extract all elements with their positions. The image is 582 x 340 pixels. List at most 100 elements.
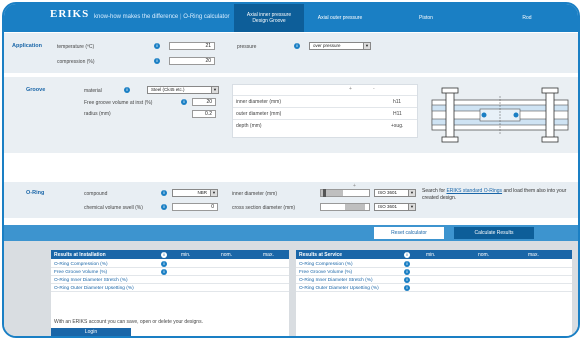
inner-diameter-std-select[interactable]: ISO 3601 ▼ [374, 189, 416, 197]
table-row: O-Ring Outer Diameter Upsetting (%) i [296, 284, 572, 292]
login-button[interactable]: Login [51, 328, 131, 336]
tab-label: Piston [419, 15, 433, 21]
plus-header: + [349, 86, 352, 92]
header: ERIKS know-how makes the difference | O-… [4, 4, 578, 32]
pressure-info-icon[interactable]: i [294, 43, 300, 49]
chevron-down-icon: ▼ [363, 43, 370, 49]
result-label: Free Groove Volume (%) [54, 270, 108, 275]
outer-diameter-label: outer diameter (mm) [236, 111, 282, 117]
service-info-icon[interactable]: i [404, 251, 410, 258]
search-hint: Search for ERIKS standard O-Rings and lo… [422, 188, 572, 202]
temperature-label: temperature (ºC) [57, 44, 95, 50]
result-label: O-Ring Compression (%) [54, 262, 108, 267]
material-info-icon[interactable]: i [124, 87, 130, 93]
chevron-down-icon: ▼ [408, 190, 415, 196]
tagline: know-how makes the difference | O-Ring c… [94, 14, 230, 20]
temperature-info-icon[interactable]: i [154, 43, 160, 49]
col-nom: nom. [478, 252, 490, 258]
results-installation-title: Results at Installation [54, 252, 106, 258]
eriks-standard-orings-link[interactable]: ERIKS standard O-Rings [446, 188, 502, 194]
swell-info-icon[interactable]: i [161, 204, 167, 210]
chevron-down-icon: ▼ [211, 87, 218, 93]
col-max: max. [528, 252, 539, 258]
free-volume-info-icon[interactable]: i [181, 99, 187, 105]
installation-info-icon[interactable]: i [161, 251, 167, 258]
results-service-header: Results at Service i min. nom. max. [296, 250, 572, 259]
slider-handle[interactable] [323, 189, 326, 197]
col-min: min. [181, 252, 191, 258]
tab-axial-inner-pressure[interactable]: Axial inner pressure Design Groove [234, 4, 304, 32]
pressure-label: pressure [237, 44, 257, 50]
slider-fill [345, 204, 365, 210]
table-row: O-Ring Compression (%) i [51, 260, 289, 268]
tab-piston[interactable]: Piston [376, 4, 476, 32]
inner-diameter-slider[interactable] [320, 189, 370, 197]
table-row: Free Groove Volume (%) i [296, 268, 572, 276]
tab-label: Rod [522, 15, 532, 21]
result-label: O-Ring Compression (%) [299, 262, 353, 267]
tab-axial-outer-pressure[interactable]: Axial outer pressure [304, 4, 376, 32]
chevron-down-icon: ▼ [210, 190, 217, 196]
compound-label: compound [84, 191, 108, 197]
table-row: O-Ring Inner Diameter Stretch (%) i [296, 276, 572, 284]
calculate-results-button[interactable]: Calculate Results [454, 227, 534, 239]
material-select-value: Steel (Ck45 etc.) [151, 87, 185, 92]
groove-dimension-table: + - inner diameter (mm) h11 outer diamet… [232, 84, 418, 138]
table-row: depth (mm) +sug. [233, 119, 417, 129]
results-installation-panel: Results at Installation i min. nom. max.… [51, 250, 289, 336]
pressure-select[interactable]: over pressure ▼ [309, 42, 371, 50]
table-row: O-Ring Compression (%) i [296, 260, 572, 268]
reset-calculator-button[interactable]: Reset calculator [374, 227, 444, 239]
col-min: min. [426, 252, 436, 258]
info-icon[interactable]: i [404, 277, 410, 283]
tagline-separator: | [179, 14, 182, 20]
compression-input[interactable]: 20 [169, 57, 215, 65]
groove-technical-drawing [431, 87, 569, 143]
table-row: inner diameter (mm) h11 [233, 95, 417, 105]
result-label: Free Groove Volume (%) [299, 270, 353, 275]
table-row: Free Groove Volume (%) i [51, 268, 289, 276]
results-installation-header: Results at Installation i min. nom. max. [51, 250, 289, 259]
results-service-panel: Results at Service i min. nom. max. O-Ri… [296, 250, 572, 336]
free-volume-input[interactable]: 20 [192, 98, 216, 106]
tab-sublabel: Design Groove [252, 18, 286, 24]
info-icon[interactable]: i [404, 285, 410, 291]
cross-section-std-select[interactable]: ISO 3601 ▼ [374, 203, 416, 211]
table-row: O-Ring Inner Diameter Stretch (%) [51, 276, 289, 284]
result-label: O-Ring Outer Diameter Upsetting (%) [299, 286, 379, 291]
info-icon[interactable]: i [404, 269, 410, 275]
compound-info-icon[interactable]: i [161, 190, 167, 196]
cross-section-label: cross section diameter (mm) [232, 205, 296, 211]
search-text-1: Search for [422, 188, 446, 194]
cross-section-slider[interactable] [320, 203, 370, 211]
tab-rod[interactable]: Rod [476, 4, 578, 32]
chevron-down-icon: ▼ [408, 204, 415, 210]
results-service-title: Results at Service [299, 252, 343, 258]
info-icon[interactable]: i [161, 261, 167, 267]
swell-input[interactable]: 0 [172, 203, 218, 211]
account-text: With an ERIKS account you can save, open… [54, 319, 203, 325]
tab-label: Axial outer pressure [317, 15, 363, 21]
oring-title: O-Ring [26, 190, 45, 196]
outer-diameter-tolerance: H11 [393, 111, 402, 117]
application-panel [4, 33, 578, 73]
app-frame: ERIKS know-how makes the difference | O-… [2, 2, 580, 338]
inner-diameter-std-value: ISO 3601 [378, 190, 398, 195]
radius-input[interactable]: 0.2 [192, 110, 216, 118]
compression-label: compression (%) [57, 59, 95, 65]
depth-label: depth (mm) [236, 123, 262, 129]
temperature-input[interactable]: 21 [169, 42, 215, 50]
table-row: outer diameter (mm) H11 [233, 107, 417, 117]
app-name: O-Ring calculator [183, 14, 230, 20]
inner-diameter-tolerance: h11 [393, 99, 401, 105]
eriks-logo[interactable]: ERIKS [50, 8, 89, 20]
compression-info-icon[interactable]: i [154, 58, 160, 64]
compound-select[interactable]: NBR ▼ [172, 189, 218, 197]
application-title: Application [12, 43, 42, 49]
table-row: O-Ring Outer Diameter Upsetting (%) [51, 284, 289, 292]
pressure-select-value: over pressure [313, 43, 341, 48]
info-icon[interactable]: i [161, 269, 167, 275]
material-select[interactable]: Steel (Ck45 etc.) ▼ [147, 86, 219, 94]
info-icon[interactable]: i [404, 261, 410, 267]
swell-label: chemical volume swell (%) [84, 205, 143, 211]
